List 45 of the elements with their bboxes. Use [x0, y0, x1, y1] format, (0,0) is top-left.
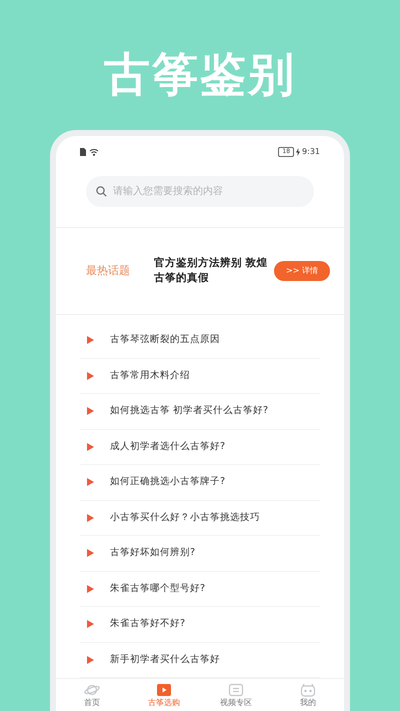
document-icon: [228, 683, 244, 697]
article-title: 朱雀古筝哪个型号好?: [110, 582, 206, 596]
triangle-icon: [87, 407, 94, 416]
article-row[interactable]: 如何正确挑选小古筝牌子?: [80, 465, 320, 500]
wifi-icon: [89, 148, 99, 156]
triangle-icon: [87, 656, 94, 664]
article-row[interactable]: 古筝常用木料介绍: [80, 358, 320, 394]
charging-icon: [296, 148, 300, 156]
triangle-icon: [87, 514, 94, 522]
triangle-icon: [87, 478, 94, 486]
search-icon: [96, 186, 107, 197]
clock-time: 9:31: [302, 146, 320, 156]
triangle-icon: [87, 372, 94, 380]
tab-item[interactable]: 视频专区: [200, 679, 272, 711]
sim-icon: [80, 148, 86, 156]
tab-item[interactable]: 我的: [272, 679, 344, 711]
triangle-icon: [87, 620, 94, 628]
face-icon: [300, 683, 316, 697]
article-title: 古筝常用木料介绍: [110, 368, 190, 383]
article-title: 古筝琴弦断裂的五点原因: [110, 333, 220, 348]
article-title: 如何挑选古筝 初学者买什么古筝好?: [110, 404, 268, 418]
triangle-icon: [87, 336, 94, 344]
article-title: 新手初学者买什么古筝好: [110, 652, 220, 667]
article-row[interactable]: 成人初学者选什么古筝好?: [80, 430, 320, 465]
search-field[interactable]: 请输入您需要搜索的内容: [86, 176, 314, 207]
tab-item[interactable]: 首页: [56, 679, 128, 711]
hot-topic-title[interactable]: 官方鉴别方法辨别 敦煌古筝的真假: [154, 256, 274, 286]
article-title: 成人初学者选什么古筝好?: [110, 440, 226, 454]
article-row[interactable]: 小古筝买什么好？小古筝挑选技巧: [80, 500, 320, 536]
article-row[interactable]: 朱雀古筝哪个型号好?: [80, 572, 320, 607]
article-row[interactable]: 古筝好坏如何辨别?: [80, 536, 320, 572]
triangle-icon: [87, 442, 94, 451]
article-row[interactable]: 古筝琴弦断裂的五点原因: [80, 323, 320, 358]
article-title: 小古筝买什么好？小古筝挑选技巧: [110, 510, 260, 525]
planet-icon: [84, 683, 100, 697]
article-row[interactable]: 朱雀古筝好不好?: [80, 607, 320, 642]
article-row[interactable]: 如何挑选古筝 初学者买什么古筝好?: [80, 394, 320, 430]
headline: 古筝鉴别: [104, 46, 296, 102]
article-title: 如何正确挑选小古筝牌子?: [110, 475, 226, 490]
hot-topic-label: 最热话题: [86, 262, 131, 279]
article-title: 朱雀古筝好不好?: [110, 617, 186, 632]
article-title: 古筝好坏如何辨别?: [110, 546, 196, 560]
triangle-icon: [87, 549, 94, 558]
triangle-icon: [87, 584, 94, 593]
play-icon: [156, 683, 172, 697]
